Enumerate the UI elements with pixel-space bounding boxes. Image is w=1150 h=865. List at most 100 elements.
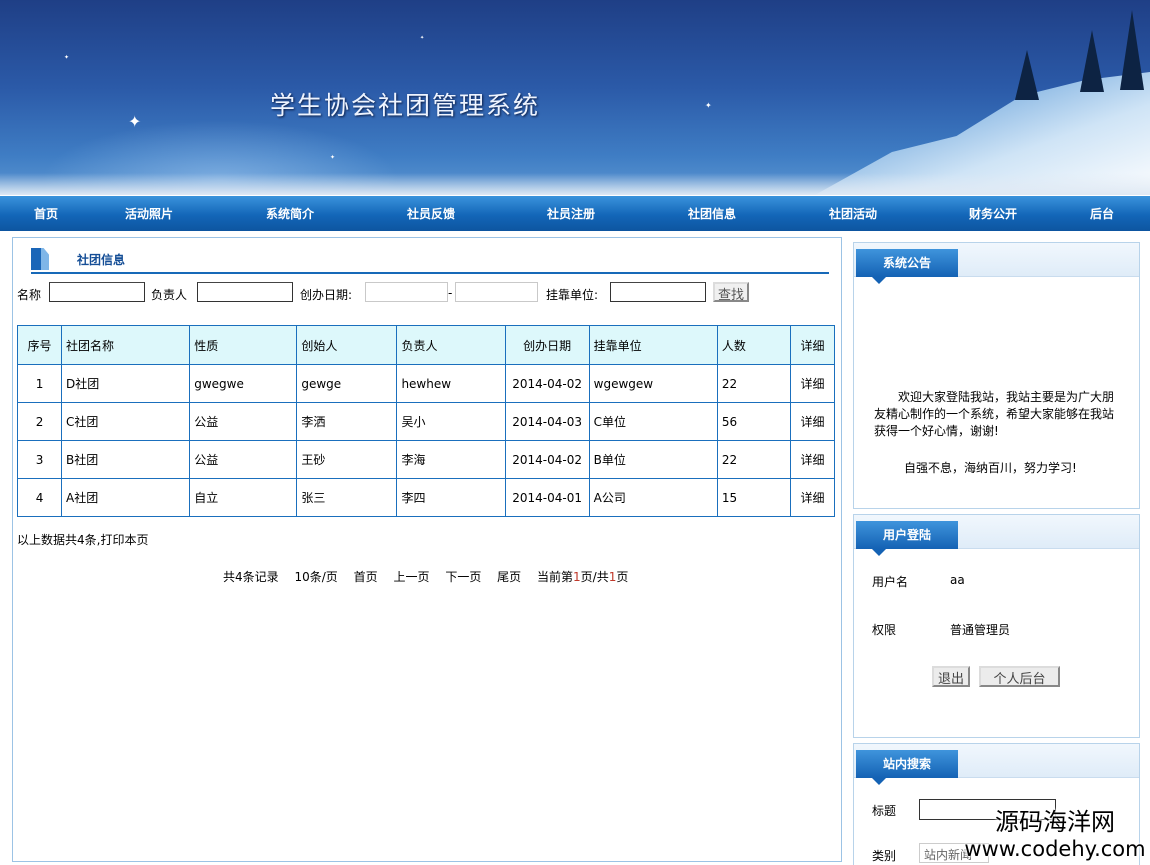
username-value: aa — [950, 573, 965, 587]
section-marker-icon — [31, 248, 49, 270]
nav-finance[interactable]: 财务公开 — [969, 205, 1017, 222]
notice-header: 系统公告 — [854, 243, 1139, 284]
cell-count: 22 — [716, 364, 791, 403]
role-value: 普通管理员 — [950, 623, 1011, 637]
cell-club-name: B社团 — [61, 440, 191, 479]
cell-manager: 李海 — [396, 440, 506, 479]
col-header: 详细 — [789, 325, 836, 365]
profile-button[interactable]: 个人后台 — [979, 666, 1060, 687]
nav-home[interactable]: 首页 — [34, 205, 58, 222]
nav-club-activities[interactable]: 社团活动 — [829, 205, 877, 222]
cell-date: 2014-04-01 — [504, 478, 590, 517]
date-separator: - — [448, 286, 453, 300]
nav-activity-photos[interactable]: 活动照片 — [125, 205, 173, 222]
pager-next[interactable]: 下一页 — [445, 570, 481, 584]
pager-last[interactable]: 尾页 — [497, 570, 521, 584]
login-box: 用户登陆 用户名 aa 权限 普通管理员 退出 个人后台 — [853, 514, 1140, 738]
cell-founder: 张三 — [296, 478, 398, 517]
pager-current-mid: 页/共 — [580, 570, 609, 584]
username-label: 用户名 — [872, 575, 909, 589]
cell-index: 2 — [16, 402, 63, 441]
notice-motto: 自强不息，海纳百川，努力学习! — [904, 461, 1077, 475]
table-row: 3 B社团 公益 王砂 李海 2014-04-02 B单位 22 详细 — [16, 440, 836, 479]
section-title: 社团信息 — [77, 253, 126, 267]
banner-snow — [0, 173, 1150, 195]
manager-input[interactable] — [197, 282, 293, 302]
pager-prev[interactable]: 上一页 — [393, 570, 429, 584]
tree-graphic — [1120, 10, 1144, 90]
col-header: 序号 — [16, 325, 63, 365]
summary-print-link[interactable]: 以上数据共4条,打印本页 — [17, 531, 148, 548]
cell-date: 2014-04-03 — [504, 402, 590, 441]
cell-index: 4 — [16, 478, 63, 517]
pagination: 共4条记录 10条/页 首页 上一页 下一页 尾页 当前第1页/共1页 — [223, 568, 628, 585]
cell-index: 3 — [16, 440, 63, 479]
cell-count: 22 — [716, 440, 791, 479]
detail-link[interactable]: 详细 — [789, 478, 836, 517]
pager-current-page: 1 — [573, 570, 581, 584]
cell-nature: gwegwe — [189, 364, 298, 403]
unit-input[interactable] — [610, 282, 706, 302]
star-icon: ✦ — [64, 54, 70, 61]
table-row: 2 C社团 公益 李洒 吴小 2014-04-03 C单位 56 详细 — [16, 402, 836, 441]
watermark: 源码海洋网 www.codehy.com — [960, 808, 1150, 862]
cell-nature: 公益 — [189, 402, 298, 441]
manager-label: 负责人 — [151, 288, 188, 302]
nav-system-intro[interactable]: 系统简介 — [266, 205, 314, 222]
search-button[interactable]: 查找 — [713, 282, 750, 303]
star-icon: ✦ — [330, 154, 336, 161]
notice-title: 系统公告 — [856, 249, 958, 284]
pager-current-prefix: 当前第 — [537, 570, 574, 584]
main-nav: 首页 活动照片 系统简介 社员反馈 社员注册 社团信息 社团活动 财务公开 后台 — [0, 196, 1150, 231]
cell-date: 2014-04-02 — [504, 440, 590, 479]
site-title: 学生协会社团管理系统 — [270, 91, 541, 120]
cell-unit: B单位 — [588, 440, 718, 479]
col-header: 挂靠单位 — [588, 325, 718, 365]
header-banner: ✦ ✦ ✦ ✦ ✦ 学生协会社团管理系统 — [0, 0, 1150, 195]
nav-club-info[interactable]: 社团信息 — [688, 205, 736, 222]
name-input[interactable] — [49, 282, 145, 302]
detail-link[interactable]: 详细 — [789, 402, 836, 441]
table-row: 1 D社团 gwegwe gewge hewhew 2014-04-02 wge… — [16, 364, 836, 403]
unit-label: 挂靠单位: — [546, 288, 599, 302]
pager-first[interactable]: 首页 — [354, 570, 378, 584]
tree-graphic — [1015, 50, 1039, 100]
cell-count: 56 — [716, 402, 791, 441]
star-icon: ✦ — [128, 112, 142, 131]
date-from-input[interactable] — [365, 282, 448, 302]
name-label: 名称 — [17, 288, 42, 302]
cell-manager: 李四 — [396, 478, 506, 517]
table-row: 4 A社团 自立 张三 李四 2014-04-01 A公司 15 详细 — [16, 478, 836, 517]
nav-admin[interactable]: 后台 — [1090, 205, 1114, 222]
watermark-url: www.codehy.com — [964, 837, 1146, 861]
search-title-label: 标题 — [872, 804, 897, 818]
detail-link[interactable]: 详细 — [789, 364, 836, 403]
cell-club-name: A社团 — [61, 478, 191, 517]
notice-box: 系统公告 欢迎大家登陆我站，我站主要是为广大朋友精心制作的一个系统，希望大家能够… — [853, 242, 1140, 509]
col-header: 性质 — [189, 325, 298, 365]
pager-current-suffix: 页 — [616, 570, 629, 584]
login-header: 用户登陆 — [854, 515, 1139, 556]
logout-button[interactable]: 退出 — [932, 666, 971, 687]
filter-bar: 名称 负责人 创办日期: - 挂靠单位: 查找 — [17, 282, 837, 304]
col-header: 负责人 — [396, 325, 506, 365]
table-header-row: 序号 社团名称 性质 创始人 负责人 创办日期 挂靠单位 人数 详细 — [16, 325, 836, 365]
cell-founder: 李洒 — [296, 402, 398, 441]
cell-unit: A公司 — [588, 478, 718, 517]
tree-graphic — [1080, 30, 1104, 92]
cell-club-name: C社团 — [61, 402, 191, 441]
cell-manager: 吴小 — [396, 402, 506, 441]
col-header: 社团名称 — [61, 325, 191, 365]
star-icon: ✦ — [705, 101, 712, 110]
nav-member-register[interactable]: 社员注册 — [547, 205, 595, 222]
date-to-input[interactable] — [455, 282, 538, 302]
site-search-header: 站内搜索 — [854, 744, 1139, 785]
cell-nature: 自立 — [189, 478, 298, 517]
nav-member-feedback[interactable]: 社员反馈 — [407, 205, 455, 222]
detail-link[interactable]: 详细 — [789, 440, 836, 479]
pager-current: 当前第1页/共1页 — [537, 570, 628, 584]
col-header: 创办日期 — [504, 325, 590, 365]
col-header: 创始人 — [296, 325, 398, 365]
cell-index: 1 — [16, 364, 63, 403]
pager-total: 共4条记录 — [223, 570, 279, 584]
